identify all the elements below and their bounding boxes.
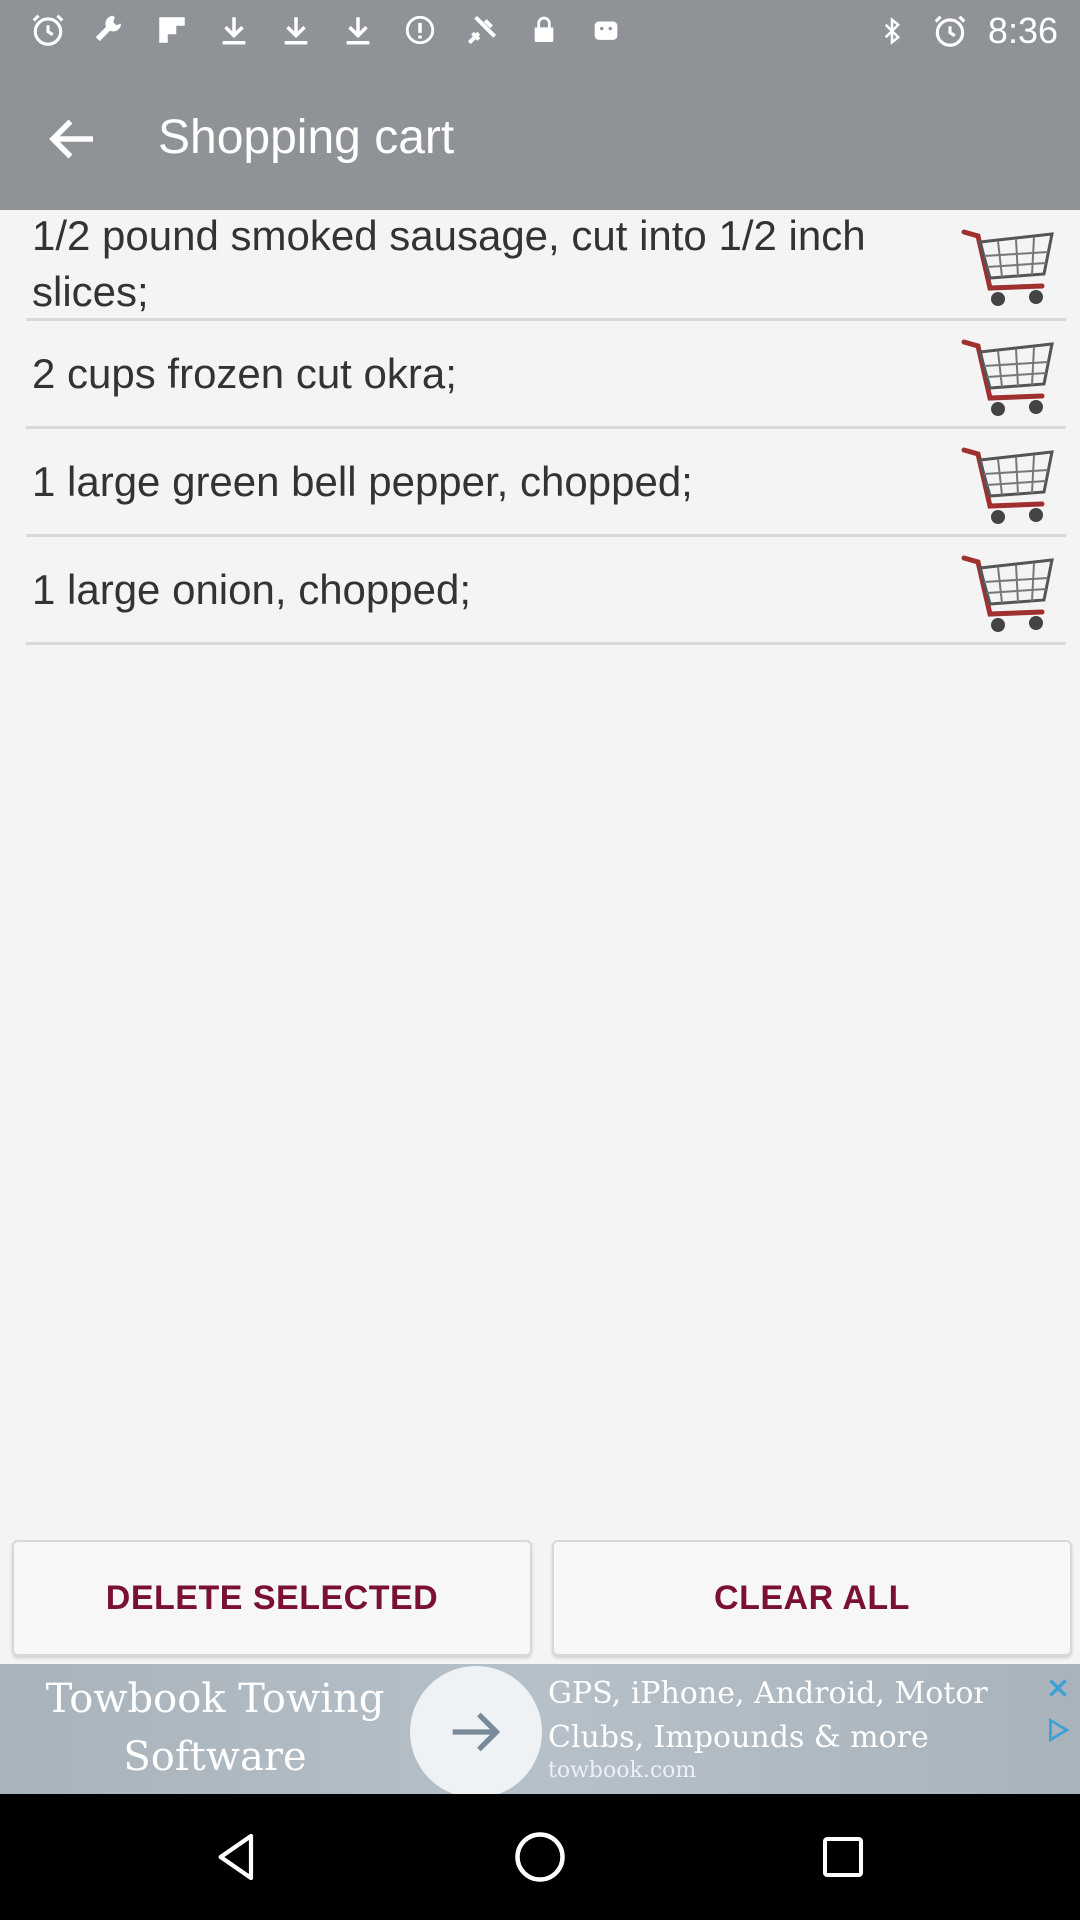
list-item[interactable]: 2 cups frozen cut okra; [26, 321, 1066, 429]
item-text: 2 cups frozen cut okra; [32, 349, 457, 397]
adchoices-icon[interactable] [1040, 1712, 1076, 1748]
download-icon [214, 10, 254, 50]
arrow-left-icon [49, 119, 93, 159]
bluetooth-icon [872, 11, 912, 51]
page-title: Shopping cart [158, 111, 455, 164]
fake-gps-icon [462, 10, 502, 50]
shopping-cart-icon[interactable] [958, 214, 1058, 314]
flipboard-icon [152, 10, 192, 50]
list-item[interactable]: 1 large onion, chopped; [26, 537, 1066, 645]
shopping-list: 1/2 pound smoked sausage, cut into 1/2 i… [26, 210, 1066, 645]
shopping-cart-icon[interactable] [958, 432, 1058, 532]
list-item[interactable]: 1/2 pound smoked sausage, cut into 1/2 i… [26, 210, 1066, 321]
ad-url: towbook.com [548, 1758, 697, 1783]
wrench-icon [90, 10, 130, 50]
android-icon [586, 10, 626, 50]
status-icons-left [28, 10, 626, 50]
close-icon[interactable] [1040, 1670, 1076, 1706]
ad-body: GPS, iPhone, Android, Motor Clubs, Impou… [548, 1676, 988, 1755]
ad-banner[interactable]: Towbook Towing Software GPS, iPhone, And… [0, 1664, 1080, 1794]
alarm-icon [28, 10, 68, 50]
alarm-icon [930, 11, 970, 51]
shopping-cart-icon[interactable] [958, 540, 1058, 640]
status-bar: 8:36 [0, 0, 1080, 64]
home-nav-icon[interactable] [505, 1822, 575, 1892]
download-icon [338, 10, 378, 50]
item-text: 1 large green bell pepper, chopped; [32, 457, 693, 505]
back-button[interactable] [38, 104, 108, 174]
arrow-right-icon[interactable] [410, 1666, 542, 1794]
item-text: 1/2 pound smoked sausage, cut into 1/2 i… [32, 212, 866, 315]
lock-icon [524, 10, 564, 50]
ad-headline: Towbook Towing Software [45, 1676, 385, 1780]
info-icon [400, 10, 440, 50]
status-icons-right: 8:36 [872, 10, 1058, 52]
download-icon [276, 10, 316, 50]
clear-all-button[interactable]: CLEAR ALL [552, 1540, 1072, 1656]
clock: 8:36 [987, 10, 1058, 51]
delete-selected-button[interactable]: DELETE SELECTED [12, 1540, 532, 1656]
app-bar: Shopping cart [0, 64, 1080, 210]
back-nav-icon[interactable] [202, 1822, 272, 1892]
list-item[interactable]: 1 large green bell pepper, chopped; [26, 429, 1066, 537]
recents-nav-icon[interactable] [808, 1822, 878, 1892]
shopping-cart-icon[interactable] [958, 324, 1058, 424]
navigation-bar [0, 1794, 1080, 1920]
item-text: 1 large onion, chopped; [32, 565, 472, 613]
